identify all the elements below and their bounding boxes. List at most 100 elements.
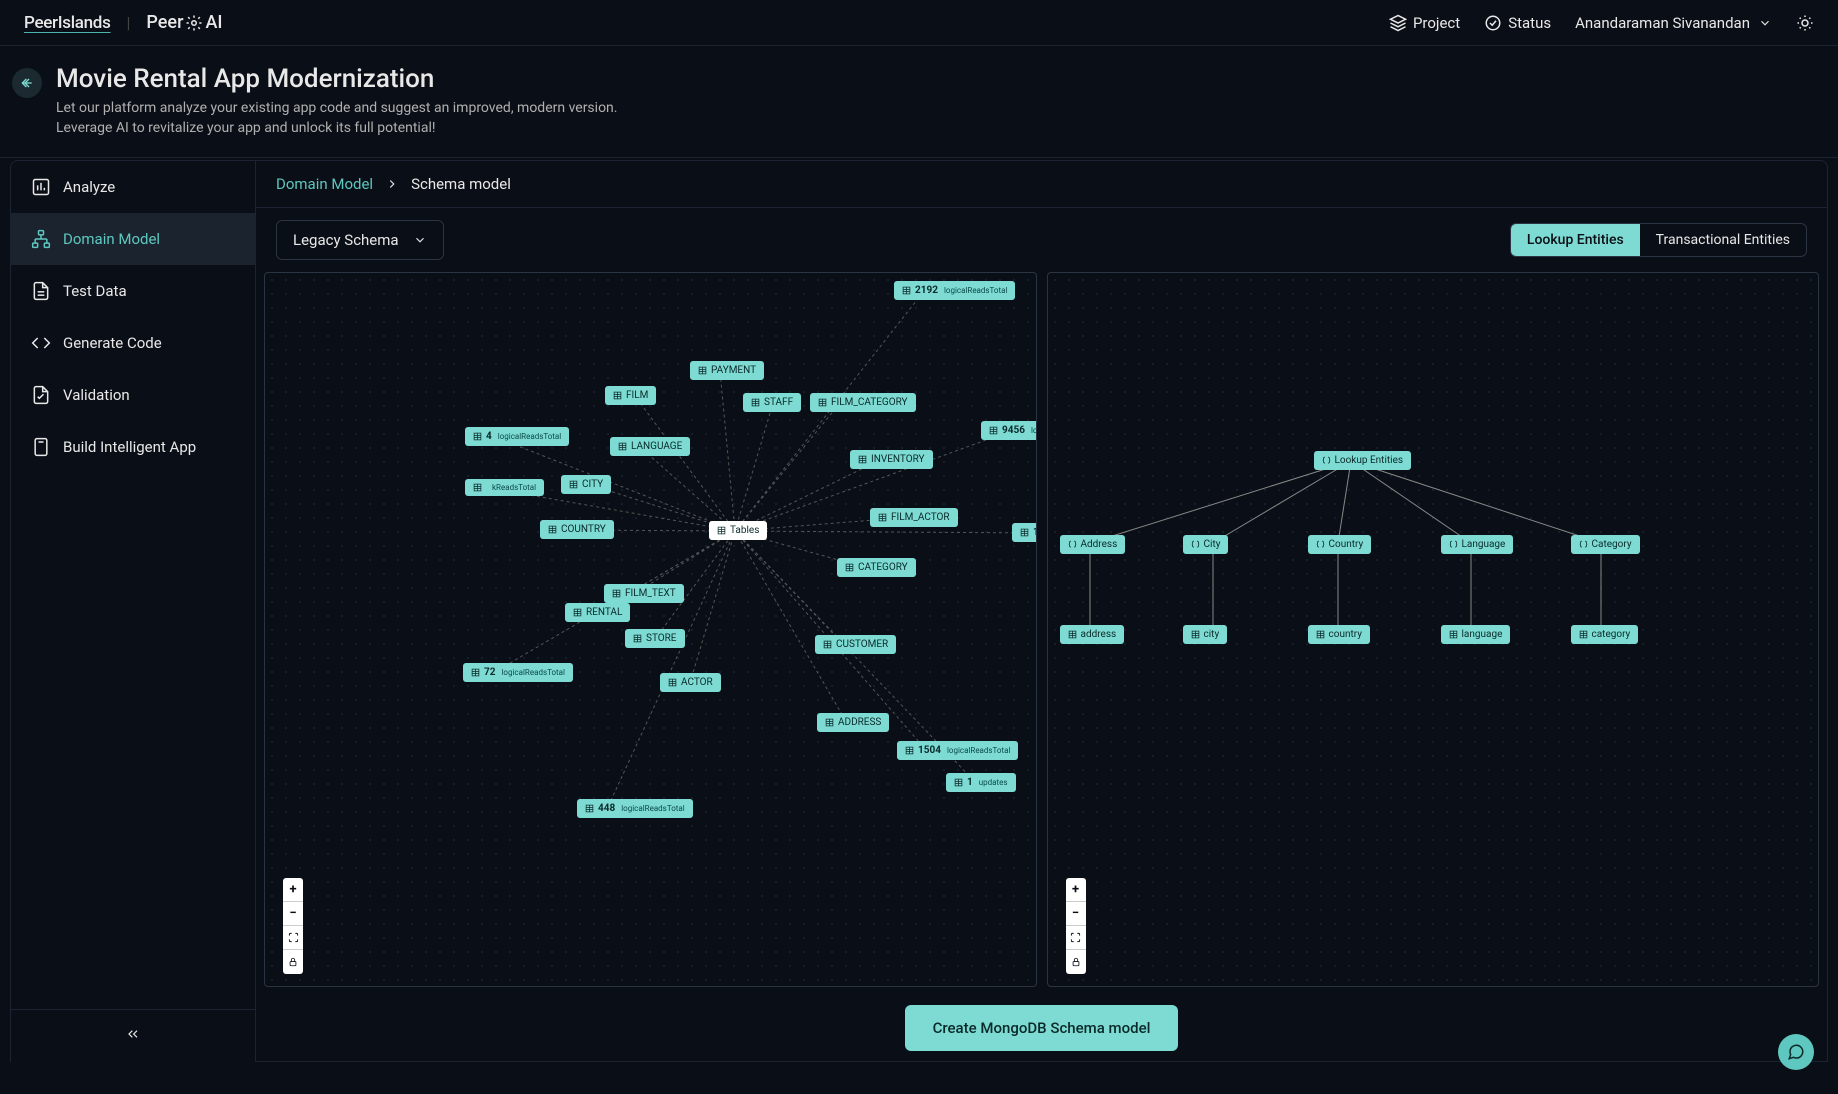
sidebar-item-validation[interactable]: Validation — [11, 369, 255, 421]
graph-stat-node[interactable]: 9456logicalRea — [981, 421, 1037, 440]
create-schema-button[interactable]: Create MongoDB Schema model — [905, 1005, 1179, 1051]
table-node[interactable]: language — [1441, 625, 1511, 644]
logo-peerislands[interactable]: PeerIslands — [24, 13, 111, 33]
sidebar-item-generate-code[interactable]: Generate Code — [11, 317, 255, 369]
back-button[interactable] — [12, 68, 42, 98]
arrow-left-icon — [19, 75, 35, 91]
zoom-lock[interactable] — [1066, 950, 1086, 974]
graph-node[interactable]: ADDRESS — [817, 713, 889, 732]
check-circle-icon — [1484, 14, 1502, 32]
graph-node[interactable]: CATEGORY — [837, 558, 916, 577]
braces-icon — [1068, 540, 1077, 549]
table-icon — [1068, 630, 1077, 639]
graph-node[interactable]: STORE — [625, 629, 685, 648]
graph-node[interactable]: FILM — [605, 386, 656, 405]
sidebar-collapse[interactable] — [11, 1009, 255, 1062]
logo-peerai[interactable]: Peer AI — [146, 12, 222, 33]
table-icon — [878, 513, 887, 522]
graph-stat-node[interactable]: 1updates — [946, 773, 1016, 792]
braces-icon — [1316, 540, 1325, 549]
toggle-lookup-entities[interactable]: Lookup Entities — [1511, 224, 1640, 256]
graph-stat-node[interactable]: 1504logicalReadsTotal — [897, 741, 1018, 760]
graph-stat-node[interactable]: 4logicalReadsTotal — [465, 427, 569, 446]
braces-icon — [1579, 540, 1588, 549]
graph-node[interactable]: FILM_CATEGORY — [810, 393, 916, 412]
graph-stat-node[interactable]: 72logicalReadsTotal — [463, 663, 573, 682]
table-icon — [905, 746, 914, 755]
lookup-entities-panel[interactable]: Lookup Entities + − Address City Country La… — [1047, 272, 1820, 987]
entity-node[interactable]: City — [1183, 535, 1229, 554]
table-icon — [1316, 630, 1325, 639]
zoom-fit[interactable] — [1066, 926, 1086, 950]
chevron-right-icon — [385, 177, 399, 191]
brand-area: PeerIslands | Peer AI — [24, 12, 223, 33]
sidebar-item-build-intelligent-app[interactable]: Build Intelligent App — [11, 421, 255, 473]
chat-fab[interactable] — [1778, 1034, 1814, 1070]
table-node[interactable]: country — [1308, 625, 1370, 644]
table-icon — [471, 668, 480, 677]
graph-node[interactable]: STAFF — [743, 393, 801, 412]
table-icon — [612, 589, 621, 598]
clipboard-check-icon — [31, 385, 51, 405]
table-icon — [473, 483, 482, 492]
topbar-right: Project Status Anandaraman Sivanandan — [1389, 14, 1814, 32]
legacy-schema-panel[interactable]: Tables + − PAYMENT FILM STAFF FILM_CATEGORY… — [264, 272, 1037, 987]
zoom-in[interactable]: + — [283, 878, 303, 902]
page-subtitle-2: Leverage AI to revitalize your app and u… — [56, 118, 617, 138]
table-node[interactable]: address — [1060, 625, 1125, 644]
graph-node[interactable]: ACTOR — [660, 673, 721, 692]
table-icon — [823, 640, 832, 649]
breadcrumb-domain-model[interactable]: Domain Model — [276, 175, 373, 193]
table-node[interactable]: city — [1183, 625, 1228, 644]
graph-node[interactable]: FILM_ACTOR — [870, 508, 958, 527]
project-link[interactable]: Project — [1389, 14, 1460, 32]
graph-node[interactable]: CITY — [561, 475, 611, 494]
schema-dropdown[interactable]: Legacy Schema — [276, 220, 444, 260]
table-icon — [613, 391, 622, 400]
graph-stat-node[interactable]: 2192logicalReadsTotal — [894, 281, 1015, 300]
status-link[interactable]: Status — [1484, 14, 1551, 32]
table-icon — [573, 608, 582, 617]
entity-node[interactable]: Address — [1060, 535, 1126, 554]
graph-node[interactable]: RENTAL — [565, 603, 630, 622]
zoom-out[interactable]: − — [283, 902, 303, 926]
sidebar-item-analyze[interactable]: Analyze — [11, 161, 255, 213]
entity-node[interactable]: Country — [1308, 535, 1372, 554]
zoom-in[interactable]: + — [1066, 878, 1086, 902]
graph-node[interactable]: FILM_TEXT — [604, 584, 684, 603]
zoom-fit[interactable] — [283, 926, 303, 950]
graph-stat-node[interactable]: 11200 — [1012, 523, 1037, 542]
table-icon — [845, 563, 854, 572]
graph-node[interactable]: INVENTORY — [850, 450, 933, 469]
graph-node[interactable]: LANGUAGE — [610, 437, 690, 456]
graph-node[interactable]: PAYMENT — [690, 361, 764, 380]
user-menu[interactable]: Anandaraman Sivanandan — [1575, 14, 1772, 32]
sidebar-item-domain-model[interactable]: Domain Model — [11, 213, 255, 265]
table-icon — [902, 286, 911, 295]
rocket-icon — [31, 437, 51, 457]
topbar: PeerIslands | Peer AI Project Status Ana… — [0, 0, 1838, 46]
table-node[interactable]: category — [1571, 625, 1639, 644]
theme-icon[interactable] — [1796, 14, 1814, 32]
table-icon — [633, 634, 642, 643]
toggle-transactional-entities[interactable]: Transactional Entities — [1640, 224, 1806, 256]
sidebar-item-label: Validation — [63, 386, 130, 404]
graph-center-node[interactable]: Tables — [709, 521, 767, 540]
table-icon — [1579, 630, 1588, 639]
table-icon — [473, 432, 482, 441]
entity-node[interactable]: Language — [1441, 535, 1514, 554]
zoom-control: + − — [1066, 878, 1086, 974]
root-node[interactable]: Lookup Entities — [1314, 451, 1412, 470]
graph-node[interactable]: COUNTRY — [540, 520, 614, 539]
graph-stat-node[interactable]: kReadsTotal — [465, 479, 544, 496]
graph-stat-node[interactable]: 448logicalReadsTotal — [577, 799, 693, 818]
entity-node[interactable]: Category — [1571, 535, 1640, 554]
zoom-out[interactable]: − — [1066, 902, 1086, 926]
table-icon — [858, 455, 867, 464]
sidebar-item-test-data[interactable]: Test Data — [11, 265, 255, 317]
sidebar: Analyze Domain Model Test Data Generate … — [10, 160, 256, 1062]
zoom-lock[interactable] — [283, 950, 303, 974]
graph-node[interactable]: CUSTOMER — [815, 635, 896, 654]
chart-icon — [31, 177, 51, 197]
table-icon — [717, 526, 726, 535]
